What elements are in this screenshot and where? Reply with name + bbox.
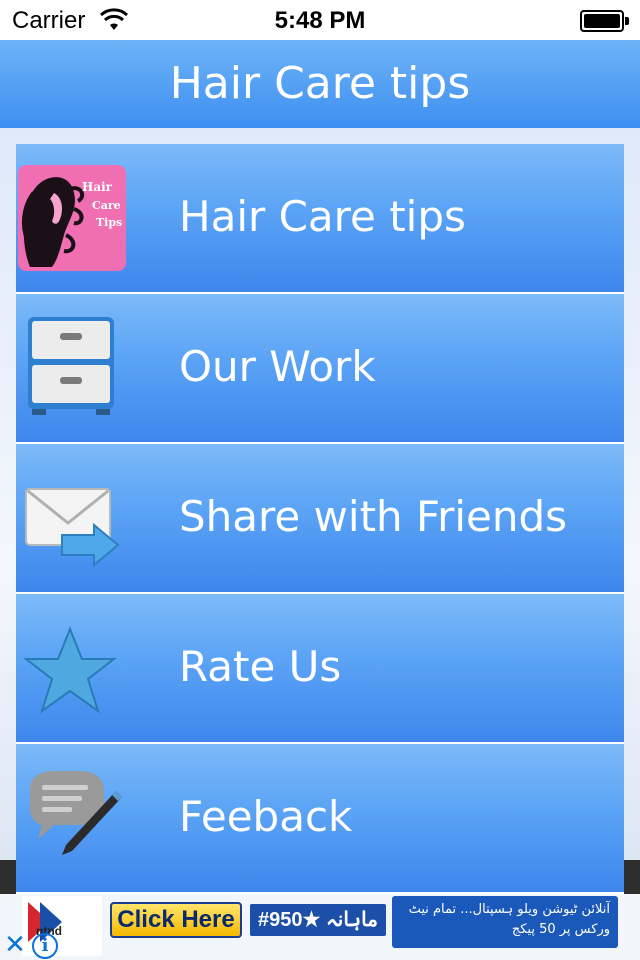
menu-item-label: Our Work bbox=[179, 342, 376, 391]
menu-item-share-with-friends[interactable]: Share with Friends bbox=[16, 444, 624, 594]
menu-item-label: Rate Us bbox=[179, 642, 342, 691]
info-icon[interactable]: i bbox=[32, 933, 58, 959]
battery-icon bbox=[580, 10, 630, 32]
close-icon[interactable]: ✕ bbox=[0, 931, 30, 960]
ad-click-here-button[interactable]: Click Here bbox=[110, 902, 242, 938]
star-icon bbox=[23, 626, 117, 714]
status-bar: Carrier 5:48 PM bbox=[0, 0, 640, 40]
svg-text:Tips: Tips bbox=[96, 216, 122, 229]
menu-item-hair-care-tips[interactable]: Hair Care Tips Hair Care tips bbox=[16, 144, 624, 294]
speech-bubble-pencil-icon bbox=[30, 771, 122, 855]
page-title: Hair Care tips bbox=[169, 58, 471, 109]
menu-item-label: Feeback bbox=[179, 792, 353, 841]
menu-item-our-work[interactable]: Our Work bbox=[16, 294, 624, 444]
menu-item-feedback[interactable]: Feeback bbox=[16, 744, 624, 894]
svg-text:Care: Care bbox=[92, 199, 121, 212]
drawer-cabinet-icon bbox=[28, 317, 114, 415]
ad-price-badge[interactable]: #950★ ماہانہ bbox=[250, 904, 386, 936]
menu-item-label: Share with Friends bbox=[179, 492, 568, 541]
hair-care-logo-icon: Hair Care Tips bbox=[18, 165, 126, 271]
navigation-bar: Hair Care tips bbox=[0, 40, 640, 128]
envelope-forward-icon bbox=[25, 488, 120, 568]
svg-text:Hair: Hair bbox=[82, 180, 113, 194]
status-time: 5:48 PM bbox=[274, 7, 366, 34]
menu-item-label: Hair Care tips bbox=[179, 192, 466, 241]
ad-urdu-text[interactable]: آنلائن ٹیوشن ویلو ہسپتال... تمام نیٹ ورک… bbox=[392, 896, 618, 948]
menu-list: Hair Care Tips Hair Care tips Our Work S… bbox=[16, 144, 624, 894]
menu-item-rate-us[interactable]: Rate Us bbox=[16, 594, 624, 744]
